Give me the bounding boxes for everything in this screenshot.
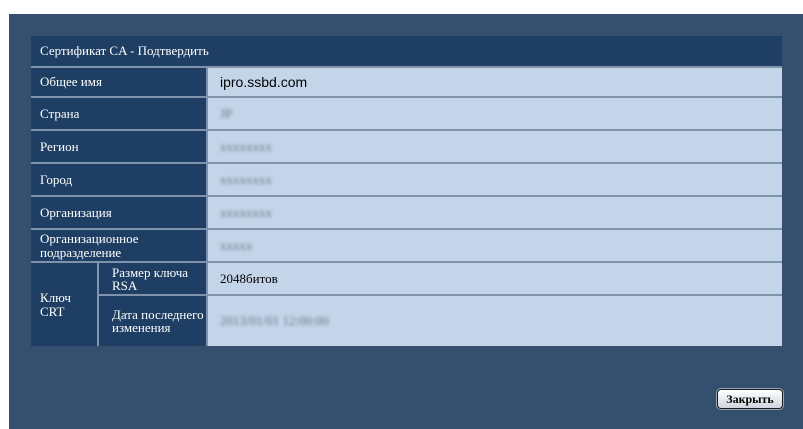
org-unit-value: xxxxx (220, 237, 253, 253)
key-size-label: Размер ключа RSA (99, 263, 208, 296)
common-name-label: Общее имя (31, 68, 208, 98)
country-value: JP (220, 105, 233, 121)
key-size-value: 2048битов (208, 263, 782, 296)
org-unit-label: Организационное подразделение (31, 230, 208, 263)
organization-value-cell: xxxxxxxx (208, 197, 782, 230)
city-value: xxxxxxxx (220, 171, 272, 187)
region-value: xxxxxxxx (220, 138, 272, 154)
city-label: Город (31, 164, 208, 197)
crt-key-label: Ключ CRT (31, 263, 99, 346)
certificate-panel: Сертификат CA - Подтвердить Общее имя ip… (9, 14, 803, 429)
modified-date-value-cell: 2013/01/01 12:00:00 (208, 296, 782, 346)
region-label: Регион (31, 131, 208, 164)
city-value-cell: xxxxxxxx (208, 164, 782, 197)
modified-date-label: Дата последнего изменения (99, 296, 208, 346)
dialog-title: Сертификат CA - Подтвердить (31, 36, 782, 68)
region-value-cell: xxxxxxxx (208, 131, 782, 164)
organization-value: xxxxxxxx (220, 204, 272, 220)
modified-date-value: 2013/01/01 12:00:00 (220, 313, 329, 328)
close-button[interactable]: Закрыть (717, 389, 783, 409)
common-name-value: ipro.ssbd.com (208, 68, 782, 98)
org-unit-value-cell: xxxxx (208, 230, 782, 263)
country-label: Страна (31, 98, 208, 131)
organization-label: Организация (31, 197, 208, 230)
country-value-cell: JP (208, 98, 782, 131)
certificate-table: Сертификат CA - Подтвердить Общее имя ip… (31, 36, 782, 346)
